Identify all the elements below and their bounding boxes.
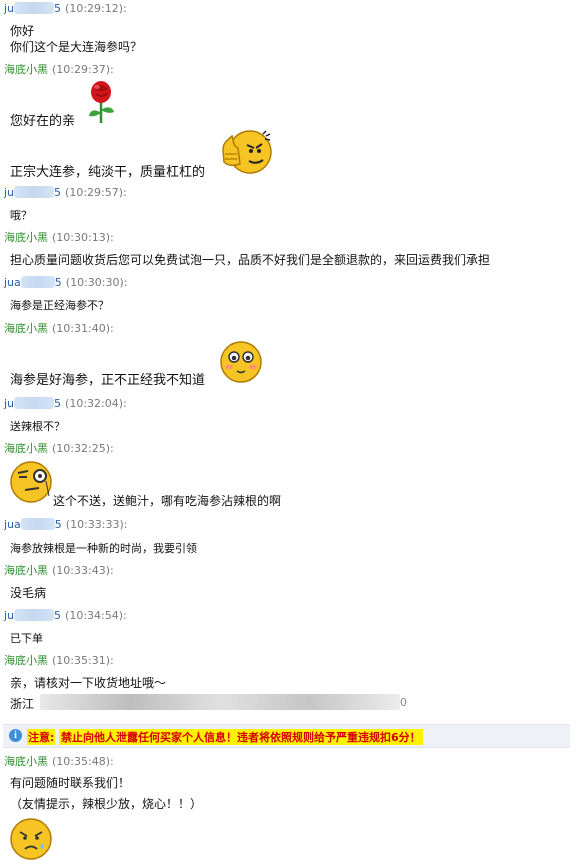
message-text: 海参是正经海参不？ [10,299,109,312]
timestamp: (10:33:43): [52,564,114,577]
timestamp: (10:30:30): [65,276,128,289]
sender-name[interactable]: ju 5 [4,2,61,15]
info-icon: i [9,729,22,742]
message-text: 已下单 [10,632,43,645]
sender-name[interactable]: 海底小黑 [4,231,48,244]
message-header: 海底小黑 (10:33:43): [4,562,114,578]
timestamp: (10:32:25): [52,442,114,455]
timestamp: (10:34:54): [65,609,127,622]
timestamp: (10:35:48): [52,755,114,768]
sender-name[interactable]: 海底小黑 [4,564,48,577]
message-header: 海底小黑 (10:32:25): [4,440,114,456]
message-text: 浙江 [10,697,35,711]
message-text: 正宗大连参，纯淡干，质量杠杠的 [10,165,206,180]
sender-name[interactable]: 海底小黑 [4,442,48,455]
message-header: 海底小黑 (10:35:48): [4,753,114,769]
name-redaction [20,518,55,530]
sender-name[interactable]: jua 5 [4,518,62,531]
warning-notice: i 注意: 禁止向他人泄露任何买家个人信息！违者将依照规则给予严重违规扣6分！ [3,724,570,748]
message-header: 海底小黑 (10:30:13): [4,229,114,245]
message-text: 你们这个是大连海参吗？ [10,40,143,54]
message-header: ju 5 (10:29:12): [4,2,127,15]
sender-name[interactable]: 海底小黑 [4,322,48,335]
message-text: 哦？ [10,209,32,222]
sender-name[interactable]: 海底小黑 [4,63,48,76]
name-redaction [14,397,55,409]
timestamp: (10:29:12): [65,2,127,15]
message-header: 海底小黑 (10:29:37): [4,61,114,77]
message-text: 没毛病 [10,586,47,600]
timestamp: (10:29:57): [65,186,127,199]
notice-label: 注意: [27,729,56,745]
message-text: （友情提示，辣根少放，烧心！！） [10,797,203,811]
sender-name[interactable]: jua 5 [4,276,62,289]
message-text: 这个不送，送鲍汁，哪有吃海参沾辣根的啊 [53,494,282,508]
notice-text: 禁止向他人泄露任何买家个人信息！违者将依照规则给予严重违规扣6分！ [59,729,423,745]
message-header: jua 5 (10:30:30): [4,276,127,289]
monocle-face-icon [10,461,52,503]
timestamp: (10:30:13): [52,231,114,244]
message-text: 海参是好海参，正不正经我不知道 [10,373,206,388]
worried-face-icon [10,818,52,860]
message-header: ju 5 (10:32:04): [4,397,127,410]
message-text: 亲，请核对一下收货地址哦～ [10,676,167,690]
message-header: ju 5 (10:34:54): [4,609,127,622]
rose-icon [89,81,114,123]
message-text: 担心质量问题收货后您可以免费试泡一只，品质不好我们是全额退款的，来回运费我们承担 [10,253,491,267]
sender-name[interactable]: ju 5 [4,186,61,199]
name-redaction [20,276,55,288]
timestamp: (10:33:33): [65,518,128,531]
name-redaction [14,2,55,14]
message-text: 送辣根不？ [10,420,65,433]
message-header: ju 5 (10:29:57): [4,186,127,199]
message-text: 您好在的亲 [10,114,76,129]
name-redaction [14,609,55,621]
message-text: 海参放辣根是一种新的时尚，我要引领 [10,542,197,555]
chat-history: ju 5 (10:29:12): 你好 你们这个是大连海参吗？ 海底小黑 (10:29… [0,0,580,865]
sender-name[interactable]: ju 5 [4,609,61,622]
message-header: 海底小黑 (10:35:31): [4,652,114,668]
timestamp: (10:29:37): [52,63,114,76]
address-fragment: 0 [400,696,407,709]
message-header: jua 5 (10:33:33): [4,518,127,531]
timestamp: (10:32:04): [65,397,127,410]
timestamp: (10:31:40): [52,322,114,335]
sender-name[interactable]: ju 5 [4,397,61,410]
thumbs-up-icon [222,130,272,174]
sender-name[interactable]: 海底小黑 [4,755,48,768]
address-redaction [40,694,400,710]
message-text: 有问题随时联系我们！ [10,776,131,790]
sender-name[interactable]: 海底小黑 [4,654,48,667]
blushing-face-icon [220,341,262,383]
message-header: 海底小黑 (10:31:40): [4,320,114,336]
timestamp: (10:35:31): [52,654,114,667]
message-text: 你好 [10,24,35,38]
name-redaction [14,186,55,198]
